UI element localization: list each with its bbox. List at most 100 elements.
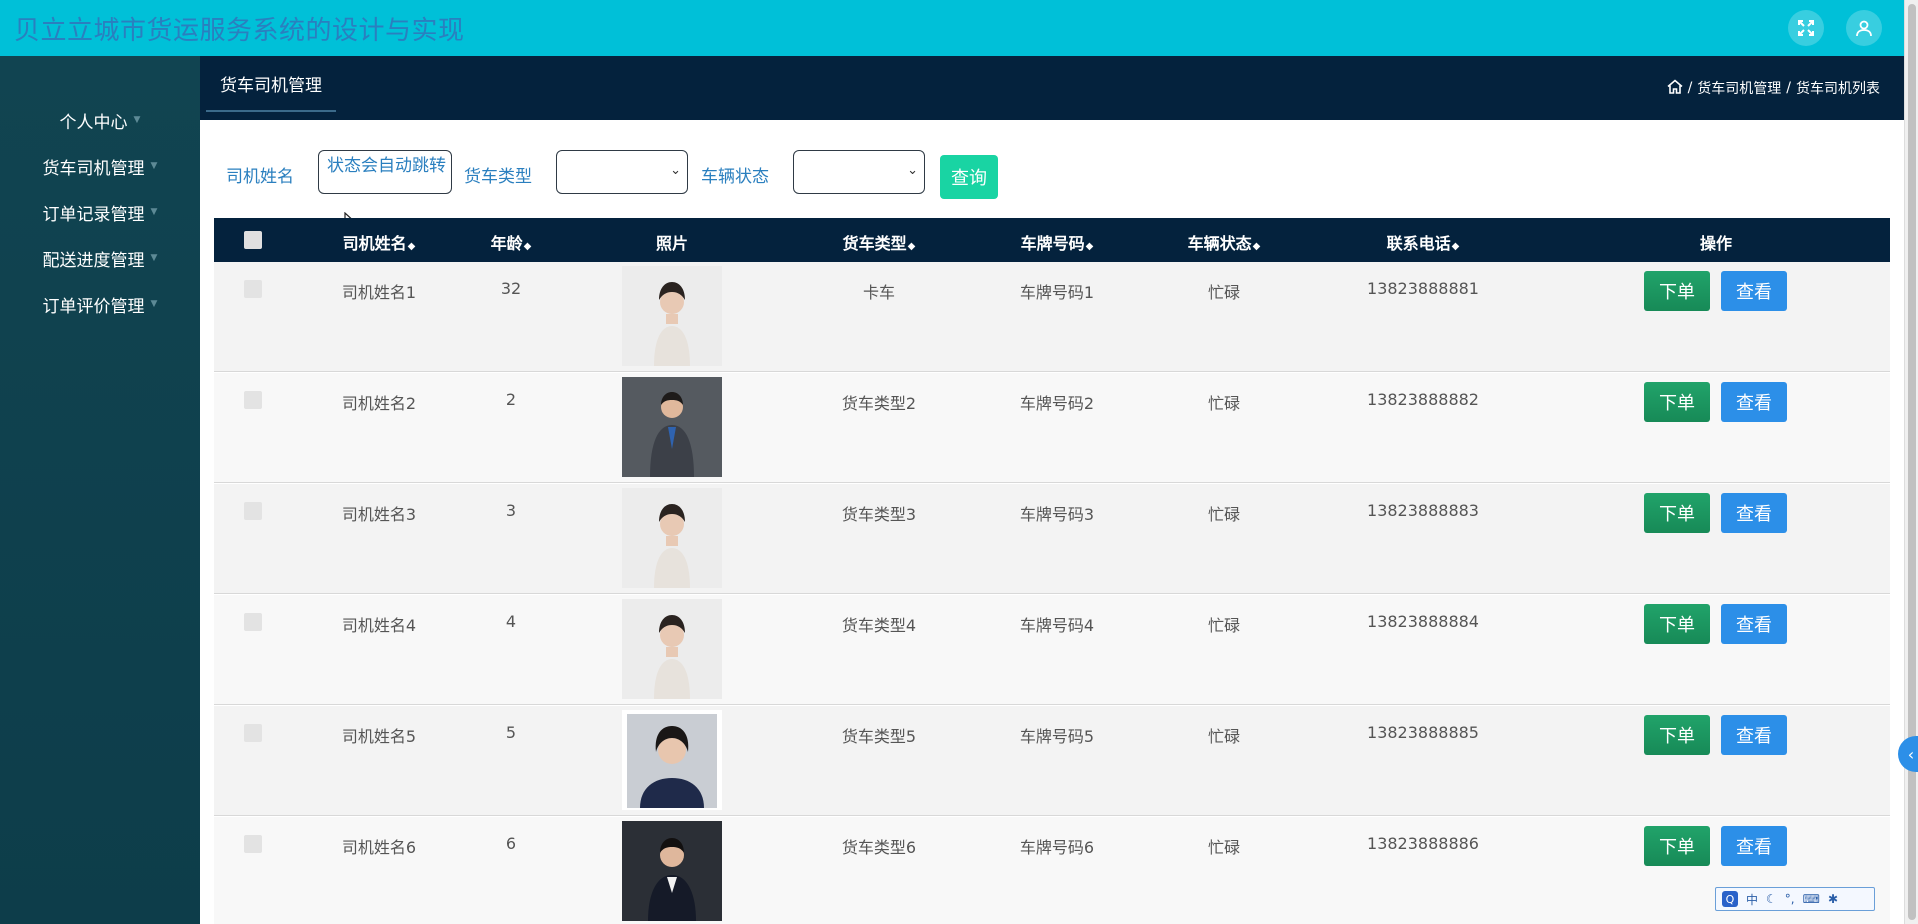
truck-type-cell: 货车类型3 xyxy=(841,505,917,524)
row-checkbox[interactable] xyxy=(244,391,262,409)
vehicle-status-cell: 忙碌 xyxy=(1207,838,1241,857)
column-header-phone[interactable]: 联系电话◆ xyxy=(1387,230,1460,254)
chevron-down-icon: ▼ xyxy=(150,161,158,171)
sidebar-item-driver-management[interactable]: 货车司机管理 ▼ xyxy=(0,146,200,186)
chevron-down-icon: ⌄ xyxy=(670,163,681,178)
table-row: 司机姓名2 2 货车类型2 车牌号码2 忙碌 13823888882 下单 查看 xyxy=(214,373,1890,483)
sidebar-item-personal-center[interactable]: 个人中心 ▼ xyxy=(0,100,200,140)
phone-cell: 13823888882 xyxy=(1367,390,1479,409)
chevron-left-icon[interactable]: ‹ xyxy=(1898,736,1918,772)
driver-name-label: 司机姓名 xyxy=(226,167,294,187)
column-header-driver-name[interactable]: 司机姓名◆ xyxy=(343,230,416,254)
query-button[interactable]: 查询 xyxy=(940,155,998,199)
moon-icon[interactable]: ☾ xyxy=(1766,892,1777,906)
phone-cell: 13823888886 xyxy=(1367,834,1479,853)
row-checkbox[interactable] xyxy=(244,280,262,298)
place-order-button[interactable]: 下单 xyxy=(1644,715,1710,755)
phone-cell: 13823888883 xyxy=(1367,501,1479,520)
ime-language-label[interactable]: 中 xyxy=(1746,891,1758,908)
breadcrumb-separator: / xyxy=(1687,80,1693,96)
sort-icon[interactable]: ◆ xyxy=(1086,241,1094,252)
table-row: 司机姓名1 32 卡车 车牌号码1 忙碌 13823888881 下单 查看 xyxy=(214,262,1890,372)
driver-photo xyxy=(622,266,722,366)
driver-photo xyxy=(622,377,722,477)
home-icon[interactable] xyxy=(1667,78,1683,98)
sort-icon[interactable]: ◆ xyxy=(408,241,416,252)
tab-driver-management[interactable]: 货车司机管理 xyxy=(206,56,336,112)
sidebar-item-order-records[interactable]: 订单记录管理 ▼ xyxy=(0,192,200,232)
vertical-scrollbar[interactable] xyxy=(1904,0,1918,924)
phone-cell: 13823888885 xyxy=(1367,723,1479,742)
chevron-down-icon: ⌄ xyxy=(907,163,918,178)
row-checkbox[interactable] xyxy=(244,502,262,520)
phone-cell: 13823888884 xyxy=(1367,612,1479,631)
sidebar-item-label: 货车司机管理 xyxy=(42,158,145,179)
chevron-down-icon: ▼ xyxy=(150,207,158,217)
select-all-checkbox[interactable] xyxy=(244,231,262,249)
place-order-button[interactable]: 下单 xyxy=(1644,382,1710,422)
sidebar-item-label: 订单评价管理 xyxy=(42,296,145,317)
breadcrumb: / 货车司机管理 / 货车司机列表 xyxy=(1667,78,1880,98)
sort-icon[interactable]: ◆ xyxy=(908,241,916,252)
age-cell: 32 xyxy=(500,279,522,298)
tab-bar: 货车司机管理 / 货车司机管理 / 货车司机列表 xyxy=(200,56,1904,120)
view-button[interactable]: 查看 xyxy=(1721,604,1787,644)
scrollbar-thumb[interactable] xyxy=(1908,4,1916,920)
vehicle-status-cell: 忙碌 xyxy=(1207,727,1241,746)
breadcrumb-item-driver-list: 货车司机列表 xyxy=(1796,81,1880,97)
driver-name-cell: 司机姓名4 xyxy=(341,616,417,635)
truck-type-select[interactable]: ⌄ xyxy=(556,150,688,194)
age-cell: 4 xyxy=(505,612,517,631)
table-row: 司机姓名3 3 货车类型3 车牌号码3 忙碌 13823888883 下单 查看 xyxy=(214,484,1890,594)
sidebar-item-order-reviews[interactable]: 订单评价管理 ▼ xyxy=(0,284,200,324)
settings-icon[interactable]: ✱ xyxy=(1828,892,1838,906)
place-order-button[interactable]: 下单 xyxy=(1644,271,1710,311)
sort-icon[interactable]: ◆ xyxy=(1253,241,1261,252)
sidebar: 个人中心 ▼ 货车司机管理 ▼ 订单记录管理 ▼ 配送进度管理 ▼ 订单评价管理 ▼ xyxy=(0,56,200,924)
view-button[interactable]: 查看 xyxy=(1721,715,1787,755)
table-row: 司机姓名5 5 货车类型5 车牌号码5 忙碌 13823888885 下单 查看 xyxy=(214,706,1890,816)
fullscreen-icon[interactable] xyxy=(1788,10,1824,46)
view-button[interactable]: 查看 xyxy=(1721,493,1787,533)
driver-photo xyxy=(622,488,722,588)
keyboard-icon[interactable]: ⌨ xyxy=(1803,892,1820,906)
row-checkbox[interactable] xyxy=(244,835,262,853)
plate-number-cell: 车牌号码1 xyxy=(1019,283,1095,302)
column-header-plate-number[interactable]: 车牌号码◆ xyxy=(1021,230,1094,254)
place-order-button[interactable]: 下单 xyxy=(1644,604,1710,644)
column-header-actions: 操作 xyxy=(1699,234,1733,253)
vehicle-status-label: 车辆状态 xyxy=(701,167,769,187)
driver-name-cell: 司机姓名6 xyxy=(341,838,417,857)
vehicle-status-cell: 忙碌 xyxy=(1207,394,1241,413)
column-header-age[interactable]: 年龄◆ xyxy=(491,230,532,254)
driver-name-cell: 司机姓名3 xyxy=(341,505,417,524)
place-order-button[interactable]: 下单 xyxy=(1644,493,1710,533)
chevron-down-icon: ▼ xyxy=(150,253,158,263)
sidebar-item-label: 配送进度管理 xyxy=(42,250,145,271)
view-button[interactable]: 查看 xyxy=(1721,382,1787,422)
punctuation-icon[interactable]: °, xyxy=(1785,892,1795,906)
plate-number-cell: 车牌号码3 xyxy=(1019,505,1095,524)
row-checkbox[interactable] xyxy=(244,724,262,742)
sidebar-item-delivery-progress[interactable]: 配送进度管理 ▼ xyxy=(0,238,200,278)
sidebar-item-label: 订单记录管理 xyxy=(42,204,145,225)
ime-toolbar[interactable]: Q 中 ☾ °, ⌨ ✱ xyxy=(1715,887,1875,911)
driver-name-input[interactable]: 状态会自动跳转 xyxy=(318,150,452,194)
truck-type-cell: 货车类型4 xyxy=(841,616,917,635)
driver-photo xyxy=(622,599,722,699)
place-order-button[interactable]: 下单 xyxy=(1644,826,1710,866)
sort-icon[interactable]: ◆ xyxy=(1452,241,1460,252)
column-header-truck-type[interactable]: 货车类型◆ xyxy=(843,230,916,254)
view-button[interactable]: 查看 xyxy=(1721,826,1787,866)
vehicle-status-cell: 忙碌 xyxy=(1207,505,1241,524)
column-header-vehicle-status[interactable]: 车辆状态◆ xyxy=(1188,230,1261,254)
breadcrumb-item-driver-management[interactable]: 货车司机管理 xyxy=(1697,78,1781,98)
breadcrumb-separator: / xyxy=(1786,80,1791,96)
sort-icon[interactable]: ◆ xyxy=(524,241,532,252)
row-checkbox[interactable] xyxy=(244,613,262,631)
view-button[interactable]: 查看 xyxy=(1721,271,1787,311)
user-icon[interactable] xyxy=(1846,10,1882,46)
table-row: 司机姓名4 4 货车类型4 车牌号码4 忙碌 13823888884 下单 查看 xyxy=(214,595,1890,705)
vehicle-status-select[interactable]: ⌄ xyxy=(793,150,925,194)
plate-number-cell: 车牌号码4 xyxy=(1019,616,1095,635)
